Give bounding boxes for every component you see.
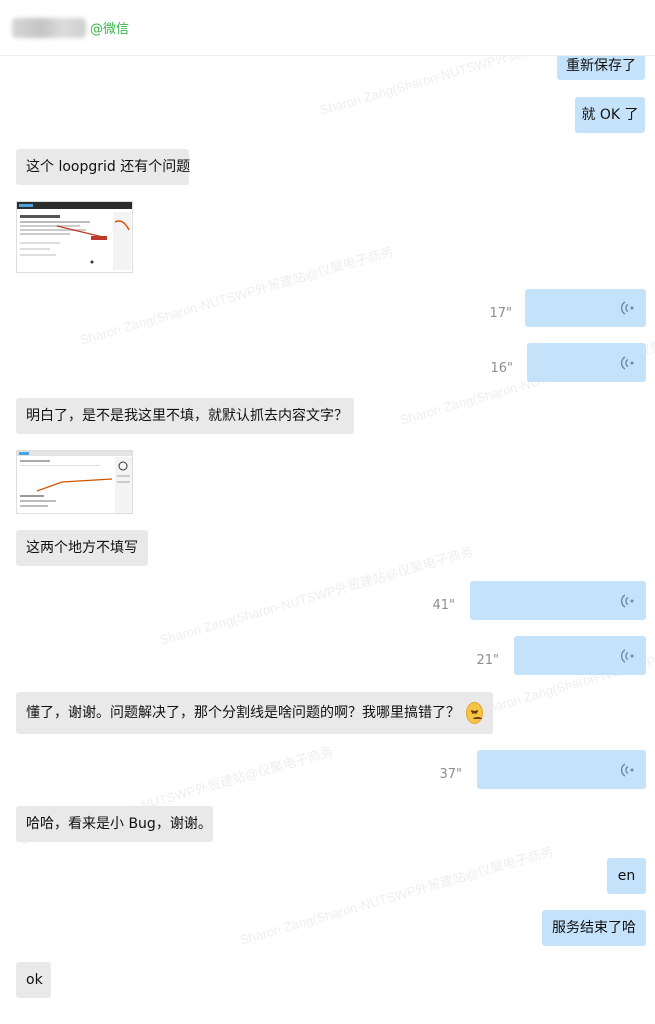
screenshot-thumbnail-icon bbox=[17, 451, 132, 513]
incoming-message[interactable]: 这个 loopgrid 还有个问题 bbox=[16, 149, 190, 185]
voice-wave-icon bbox=[620, 355, 634, 370]
chat-header: @微信 bbox=[0, 0, 655, 56]
contact-name-blurred bbox=[12, 17, 86, 38]
contact-source-label: @微信 bbox=[90, 22, 130, 37]
incoming-image-screenshot[interactable] bbox=[16, 450, 133, 514]
watermark: Sharon Zang(Sharon-NUTSWP外贸建站@仪聚电子商务 bbox=[158, 543, 476, 648]
voice-duration: 17" bbox=[489, 306, 512, 321]
watermark: Sharon Zang(Sharon-NUTSWP外贸建站@仪聚电子商务 bbox=[238, 843, 556, 948]
message-text: 懂了，谢谢。问题解决了，那个分割线是啥问题的啊？我哪里搞错了？ bbox=[26, 705, 460, 721]
voice-duration: 21" bbox=[476, 653, 499, 668]
voice-message[interactable] bbox=[477, 750, 646, 789]
incoming-message[interactable]: 这两个地方不填写 bbox=[16, 530, 148, 566]
voice-wave-icon bbox=[620, 648, 634, 663]
frowning-face-emoji-icon bbox=[466, 702, 483, 724]
incoming-message[interactable]: 哈哈，看来是小 Bug，谢谢。 bbox=[16, 806, 213, 842]
voice-duration: 41" bbox=[432, 598, 455, 613]
voice-message[interactable] bbox=[525, 289, 646, 327]
outgoing-message[interactable]: 服务结束了哈 bbox=[542, 910, 646, 946]
incoming-message[interactable]: ok bbox=[16, 962, 51, 998]
screenshot-thumbnail-icon bbox=[17, 202, 132, 270]
voice-duration: 16" bbox=[490, 361, 513, 376]
voice-duration: 37" bbox=[439, 767, 462, 782]
voice-message[interactable] bbox=[514, 636, 646, 675]
incoming-image-screenshot[interactable] bbox=[16, 201, 133, 273]
voice-wave-icon bbox=[620, 301, 634, 315]
voice-message[interactable] bbox=[470, 581, 646, 620]
voice-wave-icon bbox=[620, 593, 634, 608]
voice-wave-icon bbox=[620, 762, 634, 777]
voice-message[interactable] bbox=[527, 343, 646, 382]
outgoing-message[interactable]: en bbox=[607, 858, 646, 894]
incoming-message[interactable]: 明白了，是不是我这里不填，就默认抓去内容文字？ bbox=[16, 398, 354, 434]
outgoing-message[interactable]: 就 OK 了 bbox=[575, 97, 645, 133]
incoming-message[interactable]: 懂了，谢谢。问题解决了，那个分割线是啥问题的啊？我哪里搞错了？ bbox=[16, 692, 493, 734]
outgoing-message[interactable]: 重新保存了 bbox=[557, 52, 645, 80]
